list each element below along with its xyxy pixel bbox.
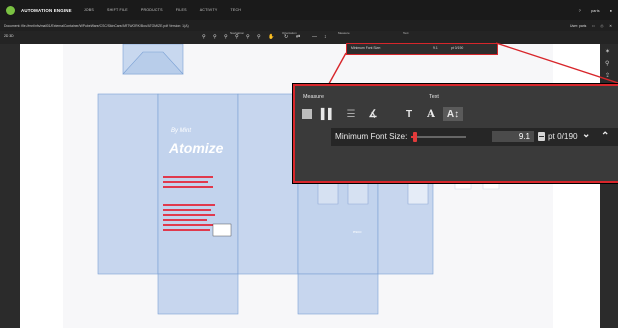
chevron-down-icon[interactable]: ⌄ <box>582 129 590 140</box>
min-font-stepper[interactable] <box>538 132 545 141</box>
measure-solid-icon[interactable] <box>300 107 314 121</box>
chevron-up-icon[interactable]: ⌃ <box>601 131 609 142</box>
columns-icon[interactable]: ▌▌ <box>320 107 336 121</box>
min-font-label: Minimum Font Size: <box>335 132 408 141</box>
text-group-label: Text <box>429 94 439 100</box>
app-window: AUTOMATION ENGINE JOBS SHIFT FILE PRODUC… <box>0 0 618 328</box>
list-icon[interactable]: ☰ <box>343 107 359 121</box>
min-font-size-row: Minimum Font Size: 9.1 pt 0/190 ⌄ ⌃ <box>331 128 618 146</box>
text-size-icon[interactable]: T <box>401 107 417 121</box>
min-font-slider-handle[interactable] <box>412 132 417 142</box>
min-font-unit: pt 0/190 <box>548 132 578 141</box>
min-font-size-icon[interactable]: A↕ <box>443 107 463 121</box>
connector-line-right <box>495 42 618 84</box>
text-font-icon[interactable]: A <box>423 107 439 121</box>
zoomed-text-tools-callout: Measure Text ▌▌ ☰ ∡ T A A↕ Minimum Font … <box>293 84 618 183</box>
spacing-icon[interactable]: ∡ <box>365 107 381 121</box>
measure-group-label: Measure <box>303 94 324 100</box>
min-font-slider[interactable] <box>411 132 466 142</box>
min-font-value-input[interactable]: 9.1 <box>492 131 534 142</box>
